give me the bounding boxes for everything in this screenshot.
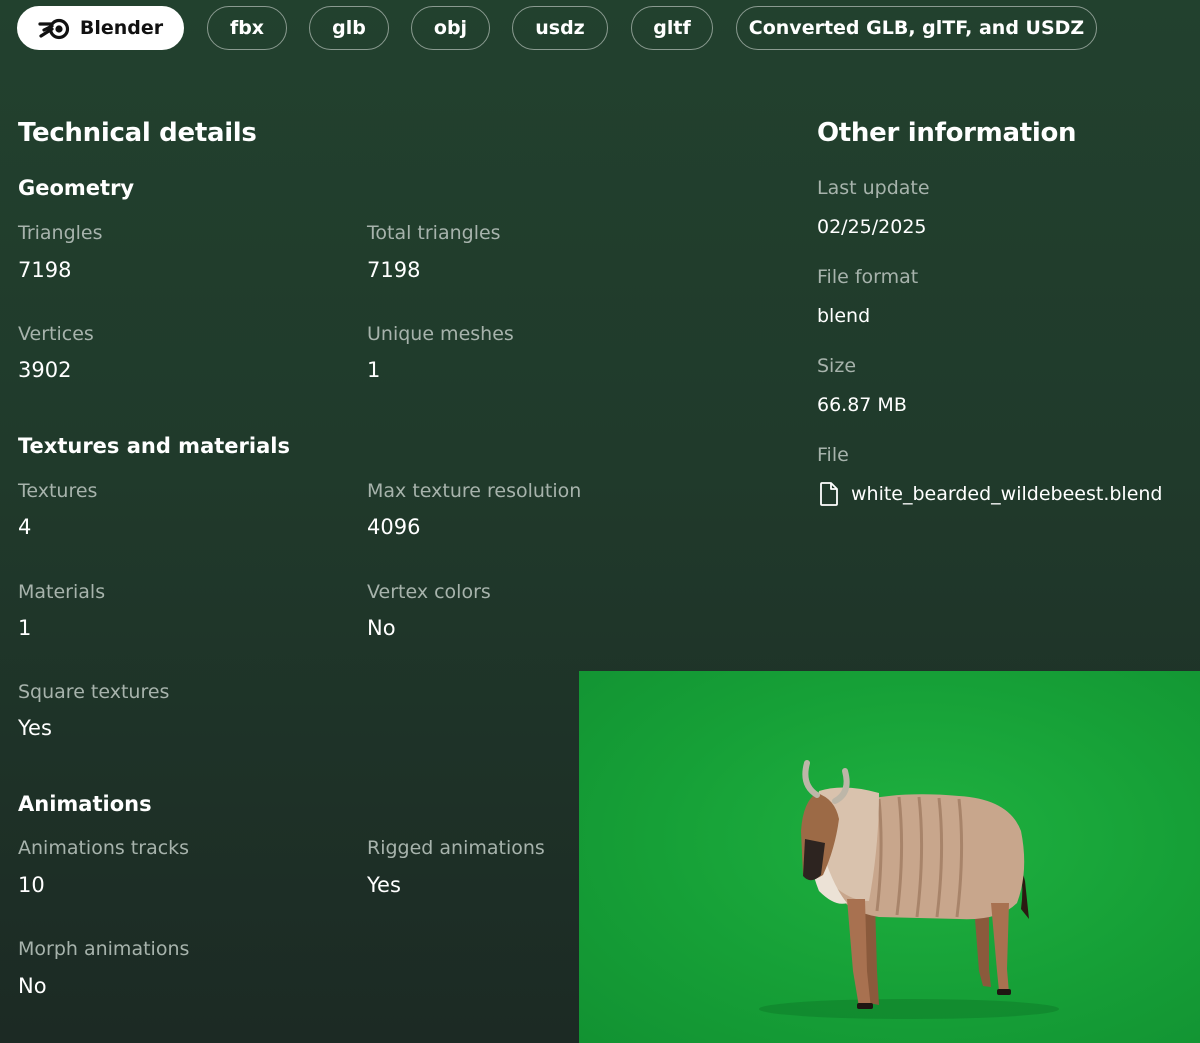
unique-meshes-label: Unique meshes — [367, 323, 514, 345]
rigged-animations-label: Rigged animations — [367, 837, 545, 859]
format-pill-gltf[interactable]: gltf — [631, 6, 713, 50]
blender-logo-icon — [38, 15, 72, 41]
animations-title: Animations — [18, 792, 152, 816]
format-pill-blender[interactable]: Blender — [17, 6, 184, 50]
format-pill-glb[interactable]: glb — [309, 6, 389, 50]
size-label: Size — [817, 355, 857, 377]
total-triangles-label: Total triangles — [367, 222, 501, 244]
animation-tracks-value: 10 — [18, 873, 45, 897]
triangles-value: 7198 — [18, 258, 72, 282]
square-textures-label: Square textures — [18, 681, 170, 703]
file-format-value: blend — [817, 305, 871, 327]
format-pill-label: usdz — [535, 17, 585, 39]
max-texture-resolution-label: Max texture resolution — [367, 480, 582, 502]
file-format-label: File format — [817, 266, 919, 288]
morph-animations-value: No — [18, 974, 47, 998]
vertices-label: Vertices — [18, 323, 94, 345]
vertex-colors-label: Vertex colors — [367, 581, 491, 603]
max-texture-resolution-value: 4096 — [367, 515, 421, 539]
file-name: white_bearded_wildebeest.blend — [851, 483, 1163, 505]
format-pill-usdz[interactable]: usdz — [512, 6, 608, 50]
last-update-value: 02/25/2025 — [817, 216, 927, 238]
unique-meshes-value: 1 — [367, 358, 381, 382]
other-information-title: Other information — [817, 118, 1077, 148]
format-pill-label: Converted GLB, glTF, and USDZ — [748, 17, 1085, 39]
wildebeest-model-image — [759, 760, 1059, 1019]
vertex-colors-value: No — [367, 616, 396, 640]
vertices-value: 3902 — [18, 358, 72, 382]
materials-label: Materials — [18, 581, 106, 603]
textures-value: 4 — [18, 515, 32, 539]
file-icon — [820, 482, 838, 506]
textures-materials-title: Textures and materials — [18, 434, 290, 458]
model-preview[interactable] — [579, 671, 1200, 1043]
format-pill-label: glb — [332, 17, 366, 39]
format-pill-fbx[interactable]: fbx — [207, 6, 287, 50]
format-pill-label: fbx — [229, 17, 265, 39]
textures-label: Textures — [18, 480, 98, 502]
square-textures-value: Yes — [18, 716, 52, 740]
morph-animations-label: Morph animations — [18, 938, 190, 960]
size-value: 66.87 MB — [817, 394, 907, 416]
geometry-title: Geometry — [18, 176, 135, 200]
total-triangles-value: 7198 — [367, 258, 421, 282]
materials-value: 1 — [18, 616, 32, 640]
rigged-animations-value: Yes — [367, 873, 401, 897]
last-update-label: Last update — [817, 177, 930, 199]
format-pill-obj[interactable]: obj — [411, 6, 490, 50]
format-pill-converted[interactable]: Converted GLB, glTF, and USDZ — [736, 6, 1097, 50]
animation-tracks-label: Animations tracks — [18, 837, 190, 859]
file-download-link[interactable]: white_bearded_wildebeest.blend — [817, 481, 1163, 507]
triangles-label: Triangles — [18, 222, 103, 244]
format-pill-label: Blender — [79, 17, 164, 39]
format-pill-label: gltf — [653, 17, 691, 39]
format-pill-label: obj — [433, 17, 468, 39]
file-label: File — [817, 444, 849, 466]
technical-details-title: Technical details — [18, 118, 257, 148]
